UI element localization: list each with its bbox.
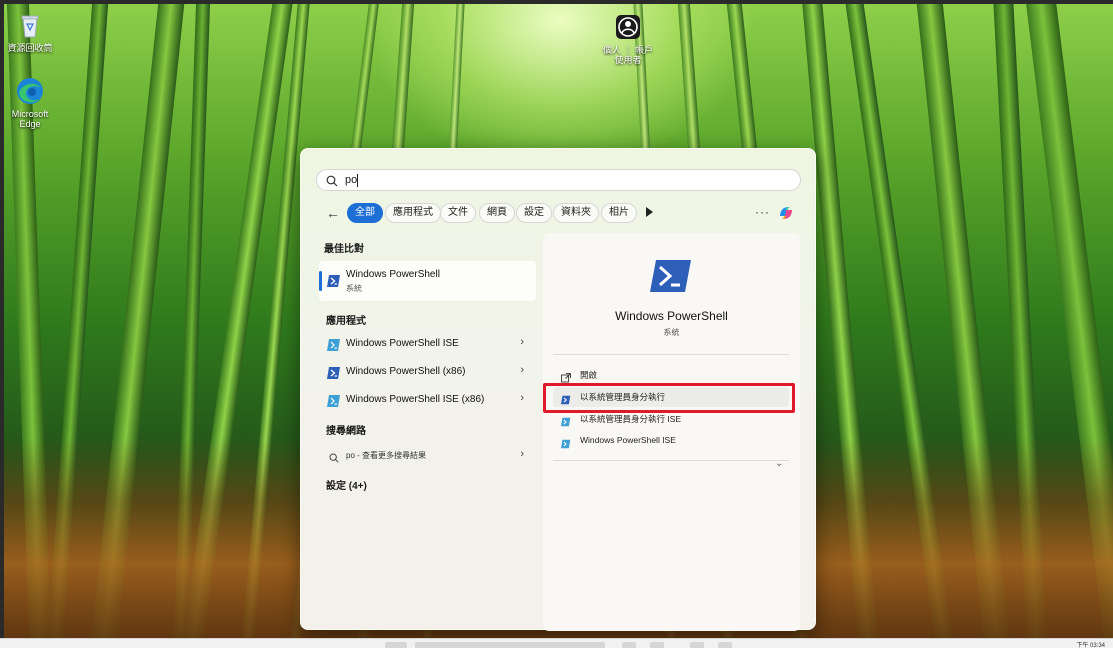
desktop-icon-recycle-bin[interactable]: 資源回收筒 [0, 10, 60, 53]
web-search-label: po - 查看更多搜尋結果 [346, 451, 427, 460]
powershell-icon [327, 366, 341, 385]
best-match-heading: 最佳比對 [324, 244, 364, 255]
user-account-icon [613, 12, 643, 42]
edge-icon [15, 76, 45, 106]
copilot-icon[interactable] [777, 204, 795, 222]
chevron-right-icon[interactable]: › [520, 336, 524, 348]
action-label: Windows PowerShell ISE [580, 435, 676, 445]
powershell-ise-icon [327, 338, 341, 357]
app-result-label: Windows PowerShell ISE [346, 338, 459, 349]
taskbar-search-box[interactable] [415, 642, 605, 648]
taskbar-app-icon[interactable] [718, 642, 732, 648]
more-filters-play-icon[interactable] [646, 207, 653, 217]
best-match-title: Windows PowerShell [346, 269, 440, 280]
chevron-right-icon[interactable]: › [520, 392, 524, 404]
taskbar: 下午 03:34 [0, 638, 1113, 648]
taskbar-app-icon[interactable] [690, 642, 704, 648]
chevron-right-icon[interactable]: › [520, 364, 524, 376]
filter-chip-apps[interactable]: 應用程式 [385, 203, 441, 223]
annotation-highlight-box [543, 383, 795, 413]
app-result-label: Windows PowerShell ISE (x86) [346, 394, 485, 405]
search-query-text: po [345, 174, 358, 186]
recycle-bin-icon [15, 10, 45, 40]
web-search-heading: 搜尋網路 [326, 426, 366, 437]
action-open[interactable]: 開啟 [553, 365, 789, 385]
divider [553, 460, 789, 461]
desktop-icon-user-account[interactable]: 個人 ｜ 帳戶 使用者 [598, 12, 658, 65]
app-result-item[interactable]: Windows PowerShell (x86) › [319, 360, 536, 384]
apps-heading: 應用程式 [326, 316, 366, 327]
app-result-item[interactable]: Windows PowerShell ISE (x86) › [319, 388, 536, 412]
window-border [0, 0, 1113, 4]
powershell-icon [327, 274, 341, 293]
desktop-icon-label: 個人 ｜ 帳戶 使用者 [602, 45, 653, 65]
search-icon [326, 174, 338, 192]
desktop-icon-label: 資源回收筒 [7, 43, 53, 53]
action-label: 以系統管理員身分執行 ISE [580, 414, 682, 424]
start-search-panel: po ← 全部 應用程式 文件 網頁 設定 資料夾 相片 ··· 最佳比對 Wi… [300, 148, 816, 631]
taskbar-clock[interactable]: 下午 03:34 [1076, 640, 1105, 648]
powershell-large-icon [650, 259, 692, 298]
web-search-item[interactable]: po - 查看更多搜尋結果 › [319, 444, 536, 468]
details-pane: Windows PowerShell 系統 開啟 以系統管理員身分執行 以系統管… [543, 233, 800, 631]
desktop-icon-edge[interactable]: Microsoft Edge [0, 76, 60, 129]
filter-chip-photos[interactable]: 相片 [601, 203, 637, 223]
app-result-item[interactable]: Windows PowerShell ISE › [319, 332, 536, 356]
text-cursor [357, 174, 358, 187]
taskbar-start-button[interactable] [385, 642, 407, 648]
details-title: Windows PowerShell [615, 309, 728, 323]
filter-chip-settings[interactable]: 設定 [516, 203, 552, 223]
filter-chip-documents[interactable]: 文件 [440, 203, 476, 223]
back-arrow-icon[interactable]: ← [323, 203, 343, 223]
action-label: 開啟 [580, 370, 598, 380]
action-open-ise[interactable]: Windows PowerShell ISE [553, 431, 789, 451]
details-subtitle: 系統 [663, 328, 680, 337]
powershell-ise-icon [327, 394, 341, 413]
powershell-ise-icon [561, 436, 571, 454]
more-options-button[interactable]: ··· [755, 205, 770, 219]
taskbar-app-icon[interactable] [622, 642, 636, 648]
search-icon [329, 450, 339, 468]
divider [553, 354, 789, 355]
settings-heading[interactable]: 設定 (4+) [326, 477, 367, 492]
selection-indicator [319, 271, 322, 291]
chevron-right-icon[interactable]: › [520, 448, 524, 460]
app-result-label: Windows PowerShell (x86) [346, 366, 466, 377]
taskbar-app-icon[interactable] [650, 642, 664, 648]
filter-chip-web[interactable]: 網頁 [479, 203, 515, 223]
filter-chip-all[interactable]: 全部 [347, 203, 383, 223]
desktop-icon-label: Microsoft Edge [11, 109, 49, 129]
filter-chip-folders[interactable]: 資料夾 [553, 203, 599, 223]
best-match-subtitle: 系統 [346, 284, 362, 293]
chevron-down-icon[interactable]: ⌄ [775, 458, 783, 469]
best-match-item[interactable]: Windows PowerShell 系統 [319, 261, 536, 301]
filter-bar: ← 全部 應用程式 文件 網頁 設定 資料夾 相片 ··· [323, 203, 803, 223]
powershell-ise-icon [561, 414, 571, 432]
search-input[interactable]: po [316, 169, 801, 191]
